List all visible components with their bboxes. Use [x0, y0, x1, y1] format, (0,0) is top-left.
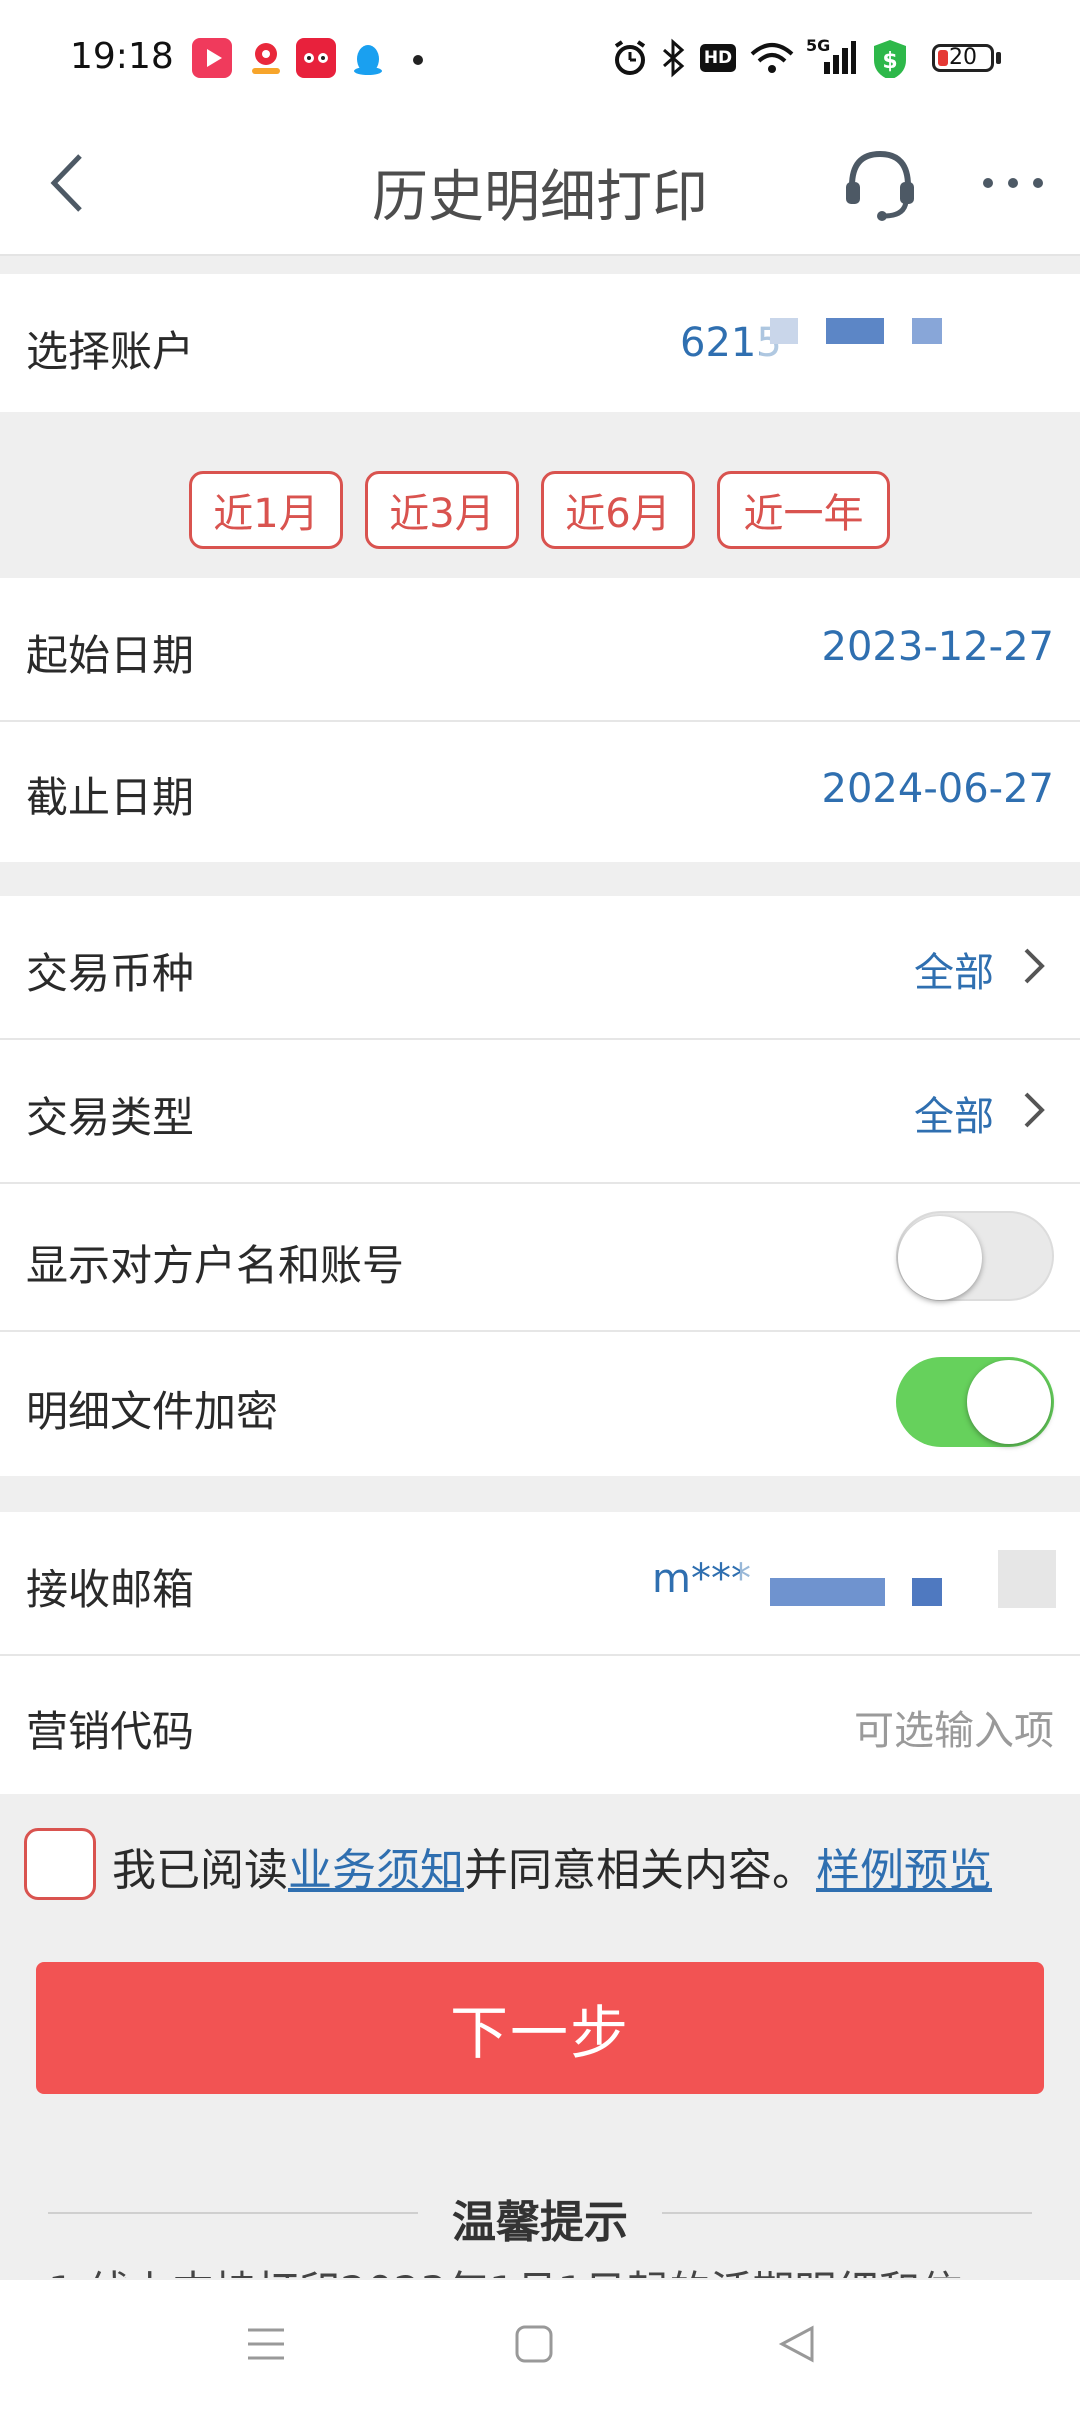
- video-app-icon: [192, 38, 232, 78]
- encrypt-file-row: 明细文件加密: [0, 1332, 1080, 1476]
- range-1-year-button[interactable]: 近一年: [717, 471, 890, 549]
- transaction-type-value: 全部: [914, 1094, 994, 1140]
- end-date-label: 截止日期: [26, 773, 195, 822]
- qq-app-icon: [348, 38, 388, 78]
- end-date-value: 2024-06-27: [821, 766, 1054, 812]
- status-time: 19:18: [70, 36, 174, 77]
- more-options-icon[interactable]: [978, 168, 1048, 198]
- currency-row[interactable]: 交易币种 全部: [0, 896, 1080, 1038]
- encrypt-file-label: 明细文件加密: [26, 1387, 279, 1436]
- range-3-month-button[interactable]: 近3月: [365, 471, 519, 549]
- currency-label: 交易币种: [26, 949, 195, 998]
- range-1-month-button[interactable]: 近1月: [189, 471, 343, 549]
- show-counterparty-toggle[interactable]: [896, 1211, 1054, 1301]
- agreement-middle: 并同意相关内容。: [464, 1845, 816, 1896]
- chevron-right-icon: [1024, 1092, 1045, 1128]
- end-date-row[interactable]: 截止日期 2024-06-27: [0, 722, 1080, 862]
- customer-service-headset-icon[interactable]: [840, 144, 920, 224]
- agreement-text: 我已阅读业务须知并同意相关内容。样例预览: [112, 1834, 992, 1898]
- marketing-code-label: 营销代码: [26, 1707, 195, 1756]
- redaction-tile: [912, 318, 942, 344]
- cellular-signal-icon: 5G: [806, 36, 856, 78]
- tips-title: 温馨提示: [452, 2197, 628, 2248]
- shopping-app-icon: [296, 38, 336, 78]
- status-bar: 19:18 HD 5G $ 20: [0, 0, 1080, 118]
- security-shield-icon: $: [874, 40, 906, 78]
- marketing-code-input[interactable]: 可选输入项: [854, 1698, 1054, 1756]
- svg-text:$: $: [882, 49, 897, 74]
- hd-label: HD: [703, 48, 733, 68]
- map-app-icon: [246, 38, 286, 78]
- back-triangle-icon[interactable]: [778, 2324, 818, 2364]
- range-6-month-button[interactable]: 近6月: [541, 471, 695, 549]
- battery-level: 20: [949, 45, 977, 70]
- chevron-right-icon: [1024, 948, 1045, 984]
- email-value: m***: [652, 1556, 751, 1602]
- redaction-tile: [998, 1550, 1056, 1608]
- home-icon[interactable]: [514, 2324, 554, 2364]
- show-counterparty-label: 显示对方户名和账号: [26, 1241, 405, 1290]
- sample-preview-link[interactable]: 样例预览: [816, 1845, 992, 1896]
- agree-checkbox[interactable]: [24, 1828, 96, 1900]
- transaction-type-label: 交易类型: [26, 1093, 195, 1142]
- redaction-tile: [770, 318, 798, 344]
- agreement-prefix: 我已阅读: [112, 1845, 288, 1896]
- system-navigation-bar: [0, 2280, 1080, 2412]
- notification-dot: [413, 55, 423, 65]
- wifi-icon: [750, 43, 794, 73]
- alarm-icon: [614, 40, 646, 75]
- marketing-code-row[interactable]: 营销代码 可选输入项: [0, 1656, 1080, 1794]
- redaction-tile: [826, 318, 884, 344]
- menu-icon[interactable]: [246, 2324, 286, 2364]
- redaction-tile: [770, 1578, 885, 1606]
- next-step-button[interactable]: 下一步: [36, 1962, 1044, 2094]
- transaction-type-row[interactable]: 交易类型 全部: [0, 1040, 1080, 1182]
- select-account-label: 选择账户: [26, 327, 195, 376]
- encrypt-file-toggle[interactable]: [896, 1357, 1054, 1447]
- start-date-value: 2023-12-27: [821, 624, 1054, 670]
- tips-line-1: 1.线上支持打印2023年1月1日起的活期明细和信: [48, 2258, 962, 2278]
- bluetooth-icon: [663, 38, 685, 78]
- hd-icon: HD: [700, 44, 736, 72]
- start-date-row[interactable]: 起始日期 2023-12-27: [0, 578, 1080, 720]
- email-label: 接收邮箱: [26, 1565, 195, 1614]
- battery-icon: 20: [932, 44, 994, 72]
- app-header: 历史明细打印: [0, 118, 1080, 256]
- show-counterparty-row: 显示对方户名和账号: [0, 1184, 1080, 1330]
- business-notice-link[interactable]: 业务须知: [288, 1845, 464, 1896]
- start-date-label: 起始日期: [26, 631, 195, 680]
- redaction-tile: [912, 1578, 942, 1606]
- currency-value: 全部: [914, 950, 994, 996]
